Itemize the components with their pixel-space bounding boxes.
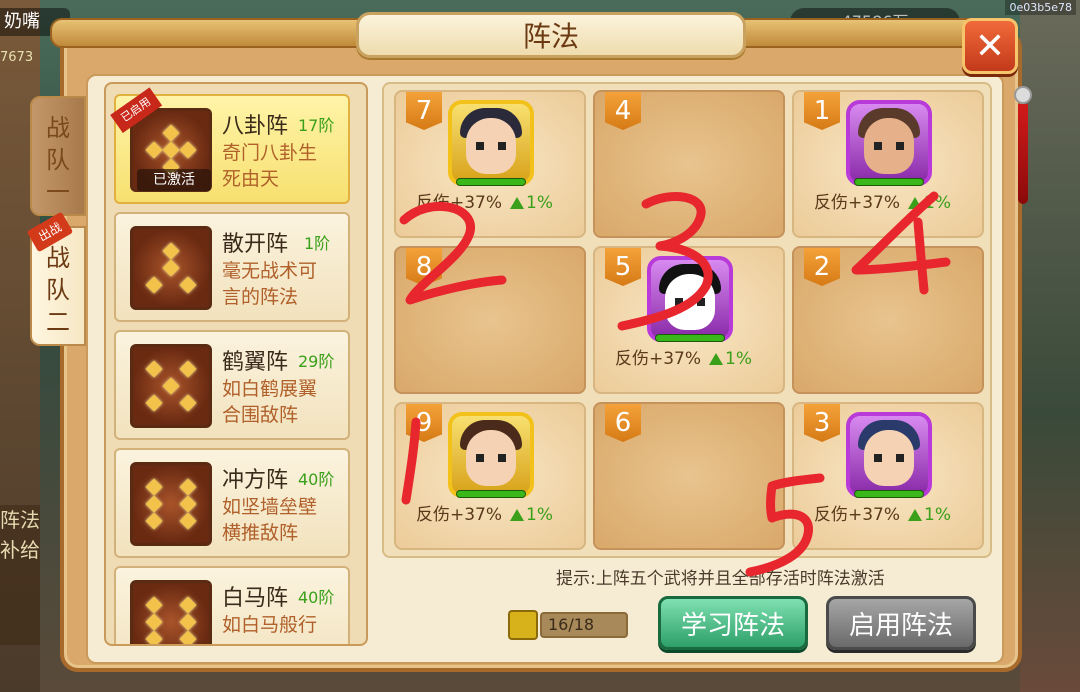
slot-number: 4 xyxy=(605,92,641,130)
hero-hp-bar xyxy=(854,490,924,498)
slot-number: 1 xyxy=(804,92,840,130)
arrow-up-icon xyxy=(908,509,923,521)
hero-portrait[interactable] xyxy=(448,412,534,498)
list-item-formation[interactable]: 散开阵 1阶 毫无战术可 言的阵法 xyxy=(114,212,350,322)
hero-portrait[interactable] xyxy=(846,412,932,498)
grid-slot[interactable]: 6 xyxy=(593,402,785,550)
formation-icon xyxy=(130,226,212,310)
hero-portrait[interactable] xyxy=(448,100,534,186)
hero-portrait[interactable] xyxy=(647,256,733,342)
arrow-up-icon xyxy=(908,197,923,209)
formation-name: 白马阵 xyxy=(222,586,289,611)
dialog-title: 阵法 xyxy=(356,12,746,58)
formation-icon xyxy=(130,580,212,644)
list-item-formation[interactable]: 已激活 已启用 八卦阵 17阶 奇门八卦生 死由天 xyxy=(110,87,350,204)
formation-name: 八卦阵 xyxy=(222,114,289,139)
tab-team-1[interactable]: 战 队 一 xyxy=(30,96,86,216)
slot-stat: 反伤+37% 1% xyxy=(416,193,554,213)
formation-level: 17阶 xyxy=(298,116,335,135)
grid-slot[interactable]: 3 反伤+37% 1% xyxy=(792,402,984,550)
formation-name: 冲方阵 xyxy=(222,468,289,493)
slot-number: 3 xyxy=(804,404,840,442)
formation-desc: 毫无战术可 言的阵法 xyxy=(222,260,318,308)
slot-stat: 反伤+37% 1% xyxy=(615,349,753,369)
tab-team-2[interactable]: 出战 战 队 二 xyxy=(26,211,86,346)
close-button[interactable]: ✕ xyxy=(962,18,1018,74)
list-item-formation[interactable]: 白马阵 40阶 如白马般行 xyxy=(114,566,350,644)
slot-number: 2 xyxy=(804,248,840,286)
list-item-formation[interactable]: 冲方阵 40阶 如坚墙垒壁 横推敌阵 xyxy=(114,448,350,558)
arrow-up-icon xyxy=(510,197,525,209)
session-id: 0e03b5e78 xyxy=(1005,0,1076,15)
title-wing-left xyxy=(50,18,370,48)
formation-level: 40阶 xyxy=(298,588,335,607)
arrow-up-icon xyxy=(510,509,525,521)
formation-desc: 奇门八卦生 死由天 xyxy=(222,142,318,190)
formation-list[interactable]: 已激活 已启用 八卦阵 17阶 奇门八卦生 死由天 散开阵 1阶 毫无战术可 言的阵… xyxy=(104,82,368,646)
close-icon: ✕ xyxy=(974,25,1006,67)
formation-icon: 已激活 xyxy=(130,108,212,192)
title-wing-right xyxy=(735,18,995,48)
list-item-formation[interactable]: 鹤翼阵 29阶 如白鹤展翼 合围敌阵 xyxy=(114,330,350,440)
slot-number: 6 xyxy=(605,404,641,442)
slot-stat: 反伤+37% 1% xyxy=(814,505,952,525)
grid-slot[interactable]: 9 反伤+37% 1% xyxy=(394,402,586,550)
tassel-decoration xyxy=(1012,86,1034,216)
grid-slot[interactable]: 1 反伤+37% 1% xyxy=(792,90,984,238)
formation-level: 29阶 xyxy=(298,352,335,371)
hero-hp-bar xyxy=(655,334,725,342)
formation-book-count: 16/18 xyxy=(540,612,628,638)
slot-stat: 反伤+37% 1% xyxy=(416,505,554,525)
slot-number: 7 xyxy=(406,92,442,130)
player-stat: 7673 xyxy=(0,50,34,65)
activation-hint: 提示:上阵五个武将并且全部存活时阵法激活 xyxy=(556,569,885,589)
formation-icon xyxy=(130,462,212,546)
formation-icon xyxy=(130,344,212,428)
learn-formation-button[interactable]: 学习阵法 xyxy=(658,596,808,650)
formation-desc: 如白马般行 xyxy=(222,614,318,636)
hero-hp-bar xyxy=(854,178,924,186)
formation-supply-button[interactable]: 阵法补给 xyxy=(0,505,40,645)
formation-desc: 如白鹤展翼 合围敌阵 xyxy=(222,378,318,426)
grid-slot[interactable]: 8 xyxy=(394,246,586,394)
grid-slot[interactable]: 7 反伤+37% 1% xyxy=(394,90,586,238)
use-formation-button[interactable]: 启用阵法 xyxy=(826,596,976,650)
formation-name: 鹤翼阵 xyxy=(222,350,289,375)
book-icon xyxy=(508,610,538,640)
activated-stamp: 已激活 xyxy=(137,169,211,191)
grid-slot[interactable]: 2 xyxy=(792,246,984,394)
slot-number: 8 xyxy=(406,248,442,286)
formation-level: 40阶 xyxy=(298,470,335,489)
formation-grid: 7 反伤+37% 1% 4 1 反伤+37% 1% 8 5 反伤+37% 1% 2 9 xyxy=(382,82,992,558)
slot-stat: 反伤+37% 1% xyxy=(814,193,952,213)
grid-slot[interactable]: 5 反伤+37% 1% xyxy=(593,246,785,394)
formation-name: 散开阵 xyxy=(222,232,289,257)
arrow-up-icon xyxy=(709,353,724,365)
hero-hp-bar xyxy=(456,490,526,498)
grid-slot[interactable]: 4 xyxy=(593,90,785,238)
formation-desc: 如坚墙垒壁 横推敌阵 xyxy=(222,496,318,544)
hero-portrait[interactable] xyxy=(846,100,932,186)
formation-level: 1阶 xyxy=(304,234,331,253)
slot-number: 5 xyxy=(605,248,641,286)
hero-hp-bar xyxy=(456,178,526,186)
slot-number: 9 xyxy=(406,404,442,442)
